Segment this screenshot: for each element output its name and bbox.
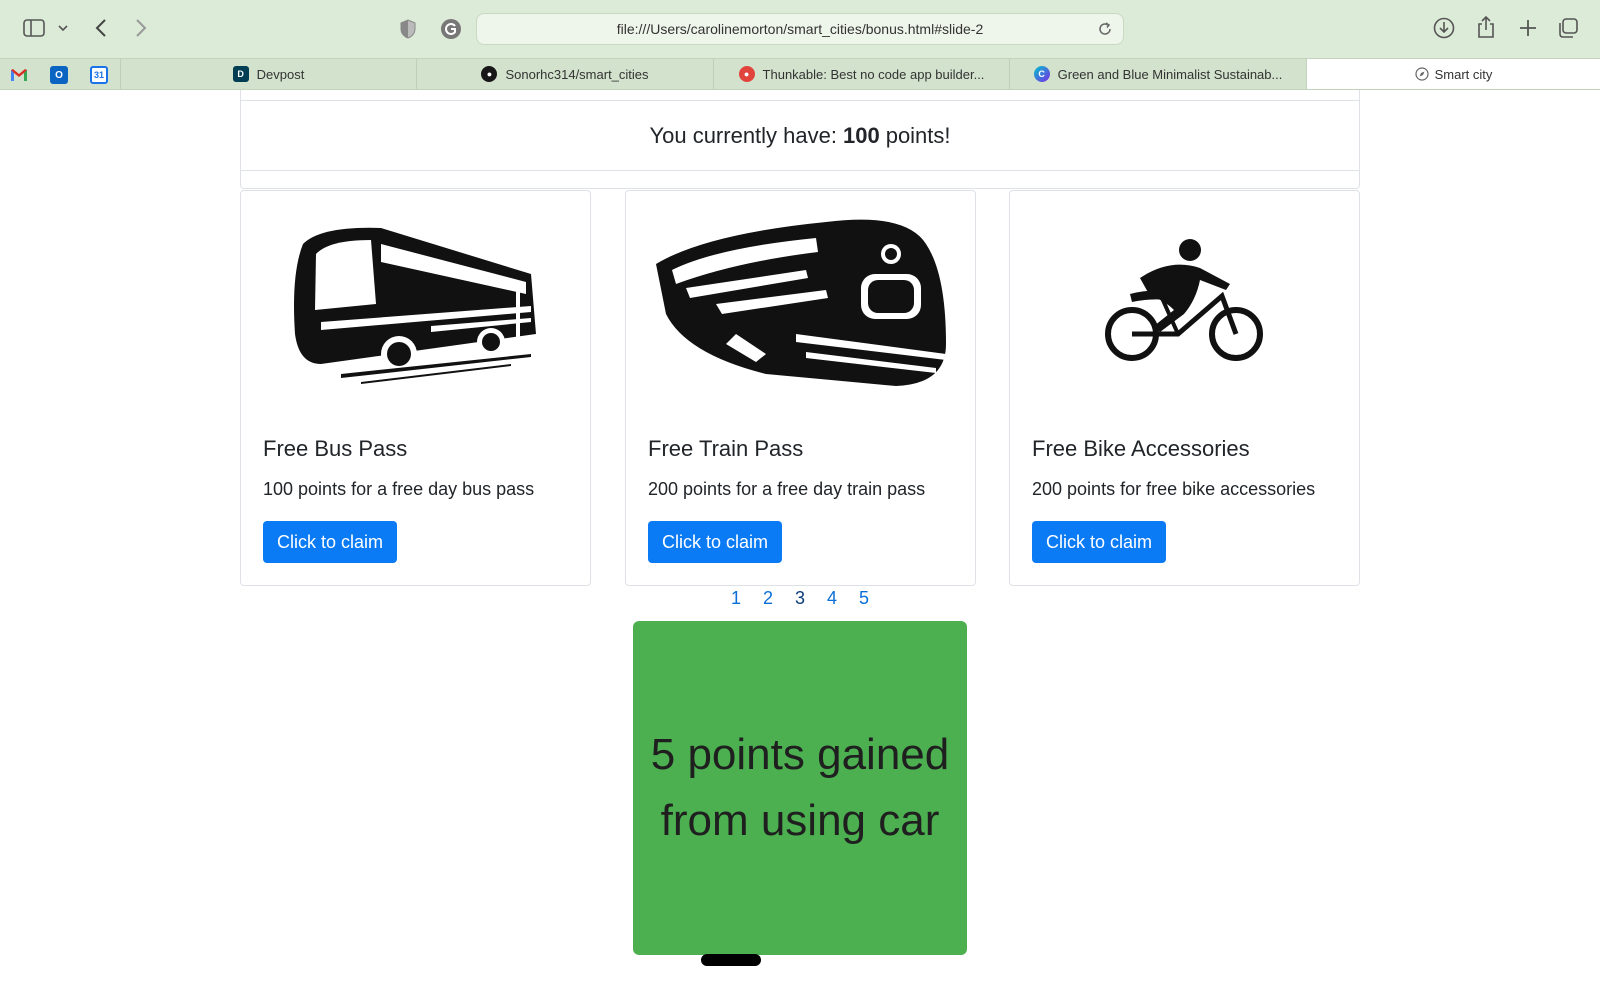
points-prefix: You currently have: — [649, 122, 837, 148]
train-icon — [626, 199, 975, 399]
slide-text: 5 points gained from using car — [650, 730, 950, 845]
new-tab-icon[interactable] — [1516, 16, 1540, 40]
share-icon[interactable] — [1474, 14, 1498, 40]
reward-description: 200 points for free bike accessories — [1032, 479, 1316, 499]
slide-scroll-handle[interactable] — [701, 954, 761, 966]
tab-label: Devpost — [256, 66, 305, 82]
forward-icon[interactable] — [130, 16, 152, 40]
page-link-3[interactable]: 3 — [784, 588, 816, 609]
bus-icon — [241, 199, 590, 399]
reward-title: Free Bike Accessories — [1032, 436, 1250, 461]
points-value: 100 — [842, 122, 880, 148]
gmail-icon[interactable] — [10, 66, 28, 84]
download-icon[interactable] — [1432, 16, 1456, 40]
github-icon: ● — [481, 66, 498, 82]
tab-overview-icon[interactable] — [1556, 16, 1580, 40]
tab-github[interactable]: ● Sonorhc314/smart_cities — [416, 59, 713, 89]
compass-icon — [1414, 67, 1429, 81]
reward-card-bus: Free Bus Pass 100 points for a free day … — [240, 190, 591, 586]
reload-icon[interactable] — [1097, 21, 1113, 40]
reward-description: 100 points for a free day bus pass — [263, 479, 535, 499]
browser-toolbar: file:///Users/carolinemorton/smart_citie… — [0, 0, 1600, 58]
claim-bike-accessories-button[interactable]: Click to claim — [1032, 521, 1167, 563]
reward-title: Free Bus Pass — [263, 436, 408, 461]
chevron-down-icon[interactable] — [56, 20, 70, 36]
calendar-icon[interactable]: 31 — [90, 66, 108, 84]
sidebar-toggle-icon[interactable] — [22, 18, 46, 38]
address-bar[interactable]: file:///Users/carolinemorton/smart_citie… — [476, 13, 1124, 45]
reward-description: 200 points for a free day train pass — [648, 479, 926, 499]
tab-label: Smart city — [1434, 66, 1493, 82]
calendar-day: 31 — [93, 70, 104, 80]
tab-devpost[interactable]: D Devpost — [120, 59, 416, 89]
cyclist-icon — [1010, 199, 1359, 399]
thunkable-icon: ● — [738, 66, 755, 82]
canva-icon: C — [1033, 66, 1050, 82]
page-link-5[interactable]: 5 — [848, 588, 880, 609]
reward-card-bike: Free Bike Accessories 200 points for fre… — [1009, 190, 1360, 586]
url-text: file:///Users/carolinemorton/smart_citie… — [616, 21, 984, 37]
tab-label: Green and Blue Minimalist Sustainab... — [1057, 66, 1283, 82]
tab-thunkable[interactable]: ● Thunkable: Best no code app builder... — [713, 59, 1009, 89]
outlook-icon[interactable]: O — [50, 66, 68, 84]
slide-pagination: 1 2 3 4 5 — [720, 588, 880, 609]
tab-bar: O 31 D Devpost ● Sonorhc314/smart_cities… — [0, 58, 1600, 90]
back-icon[interactable] — [90, 16, 112, 40]
page-link-1[interactable]: 1 — [720, 588, 752, 609]
tab-label: Sonorhc314/smart_cities — [505, 66, 649, 82]
grammarly-icon[interactable] — [440, 18, 462, 40]
tab-smart-city[interactable]: Smart city — [1306, 59, 1600, 89]
shield-icon[interactable] — [398, 18, 418, 40]
claim-bus-pass-button[interactable]: Click to claim — [263, 521, 398, 563]
points-slide: 5 points gained from using car — [633, 621, 967, 955]
page-link-4[interactable]: 4 — [816, 588, 848, 609]
devpost-icon: D — [232, 66, 249, 82]
points-suffix: points! — [885, 122, 951, 148]
tab-label: Thunkable: Best no code app builder... — [762, 66, 985, 82]
reward-card-train: Free Train Pass 200 points for a free da… — [625, 190, 976, 586]
points-summary: You currently have: 100 points! — [241, 100, 1359, 171]
page-link-2[interactable]: 2 — [752, 588, 784, 609]
claim-train-pass-button[interactable]: Click to claim — [648, 521, 783, 563]
reward-title: Free Train Pass — [648, 436, 804, 461]
tab-canva[interactable]: C Green and Blue Minimalist Sustainab... — [1009, 59, 1306, 89]
